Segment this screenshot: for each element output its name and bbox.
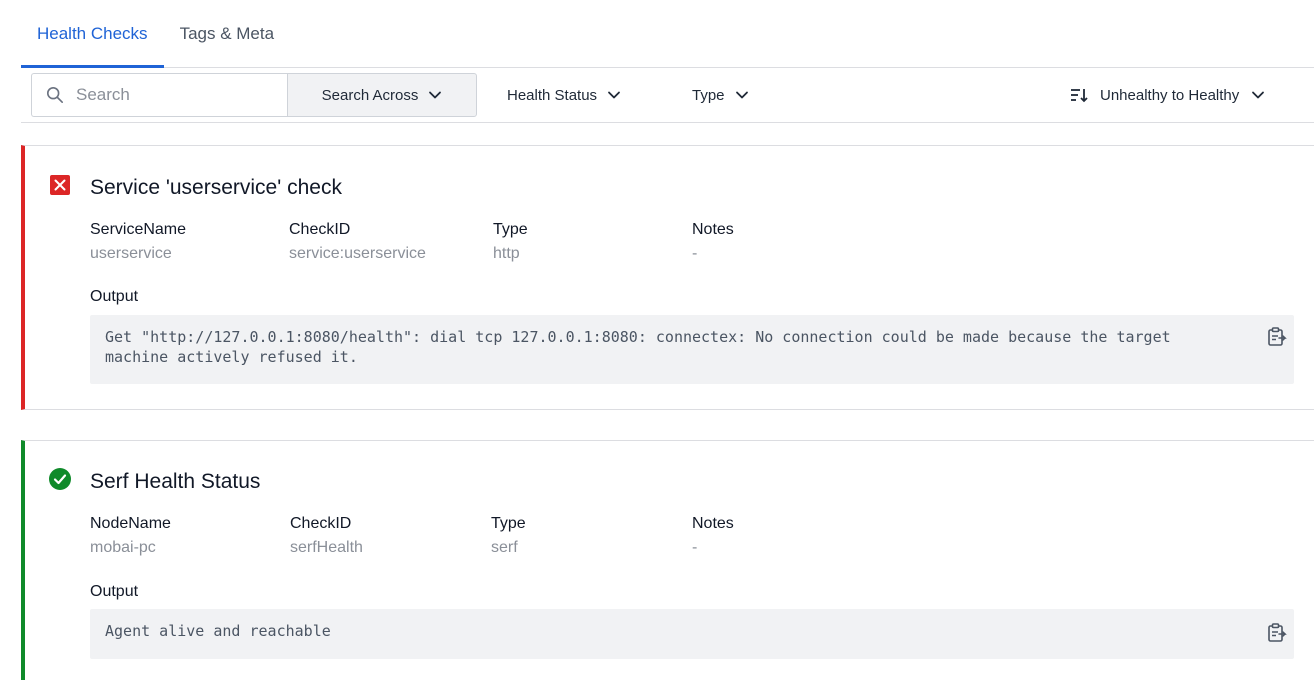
field-value: service:userservice bbox=[289, 245, 426, 262]
tab-bar: Health Checks Tags & Meta bbox=[21, 0, 1314, 68]
health-checks-page: Health Checks Tags & Meta Search Across … bbox=[0, 0, 1314, 680]
field-label: CheckID bbox=[290, 515, 352, 532]
field-type: Type http bbox=[493, 221, 528, 263]
health-status-label: Health Status bbox=[507, 86, 598, 104]
health-status-dropdown[interactable]: Health Status bbox=[507, 73, 621, 117]
field-type: Type serf bbox=[491, 515, 526, 557]
tab-tags-meta[interactable]: Tags & Meta bbox=[164, 0, 291, 68]
field-node-name: NodeName mobai-pc bbox=[90, 515, 171, 557]
type-label: Type bbox=[692, 86, 725, 104]
field-value: mobai-pc bbox=[90, 539, 156, 556]
copy-clipboard-icon[interactable] bbox=[1266, 326, 1288, 348]
field-label: Type bbox=[493, 221, 528, 238]
field-value: - bbox=[692, 245, 698, 262]
tab-health-checks[interactable]: Health Checks bbox=[21, 0, 164, 68]
field-notes: Notes - bbox=[692, 515, 734, 557]
field-label: Notes bbox=[692, 221, 734, 238]
health-check-card: Serf Health Status NodeName mobai-pc Che… bbox=[21, 440, 1314, 680]
chevron-down-icon bbox=[429, 91, 442, 99]
field-value: http bbox=[493, 245, 520, 262]
output-label: Output bbox=[90, 583, 139, 600]
health-check-card: Service 'userservice' check ServiceName … bbox=[21, 145, 1314, 410]
sort-dropdown[interactable]: Unhealthy to Healthy bbox=[1070, 73, 1265, 117]
field-value: serf bbox=[491, 539, 518, 556]
field-label: Notes bbox=[692, 515, 734, 532]
output-box: Agent alive and reachable bbox=[90, 609, 1294, 659]
search-across-label: Search Across bbox=[321, 86, 419, 104]
search-input[interactable] bbox=[76, 85, 266, 105]
search-box[interactable] bbox=[31, 73, 288, 117]
sort-icon bbox=[1071, 89, 1088, 103]
x-square-icon bbox=[50, 175, 70, 195]
check-title: Service 'userservice' check bbox=[90, 176, 342, 199]
output-label: Output bbox=[90, 288, 139, 305]
sort-label: Unhealthy to Healthy bbox=[1100, 86, 1240, 104]
filter-toolbar: Search Across Health Status Type bbox=[21, 68, 1314, 123]
field-value: - bbox=[692, 539, 698, 556]
search-icon bbox=[46, 86, 64, 104]
field-service-name: ServiceName userservice bbox=[90, 221, 186, 263]
output-box: Get "http://127.0.0.1:8080/health": dial… bbox=[90, 315, 1294, 384]
field-label: Type bbox=[491, 515, 526, 532]
output-text: Get "http://127.0.0.1:8080/health": dial… bbox=[105, 328, 1171, 366]
field-value: serfHealth bbox=[290, 539, 363, 556]
field-label: NodeName bbox=[90, 515, 171, 532]
type-dropdown[interactable]: Type bbox=[692, 73, 749, 117]
field-label: CheckID bbox=[289, 221, 351, 238]
field-check-id: CheckID service:userservice bbox=[289, 221, 426, 263]
check-circle-icon bbox=[49, 468, 71, 490]
field-value: userservice bbox=[90, 245, 172, 262]
output-text: Agent alive and reachable bbox=[105, 622, 331, 640]
field-label: ServiceName bbox=[90, 221, 187, 238]
field-check-id: CheckID serfHealth bbox=[290, 515, 363, 557]
check-title: Serf Health Status bbox=[90, 470, 261, 493]
chevron-down-icon bbox=[735, 91, 748, 99]
search-across-dropdown[interactable]: Search Across bbox=[287, 73, 477, 117]
field-notes: Notes - bbox=[692, 221, 734, 263]
chevron-down-icon bbox=[1252, 91, 1265, 99]
copy-clipboard-icon[interactable] bbox=[1266, 622, 1288, 644]
chevron-down-icon bbox=[608, 91, 620, 99]
